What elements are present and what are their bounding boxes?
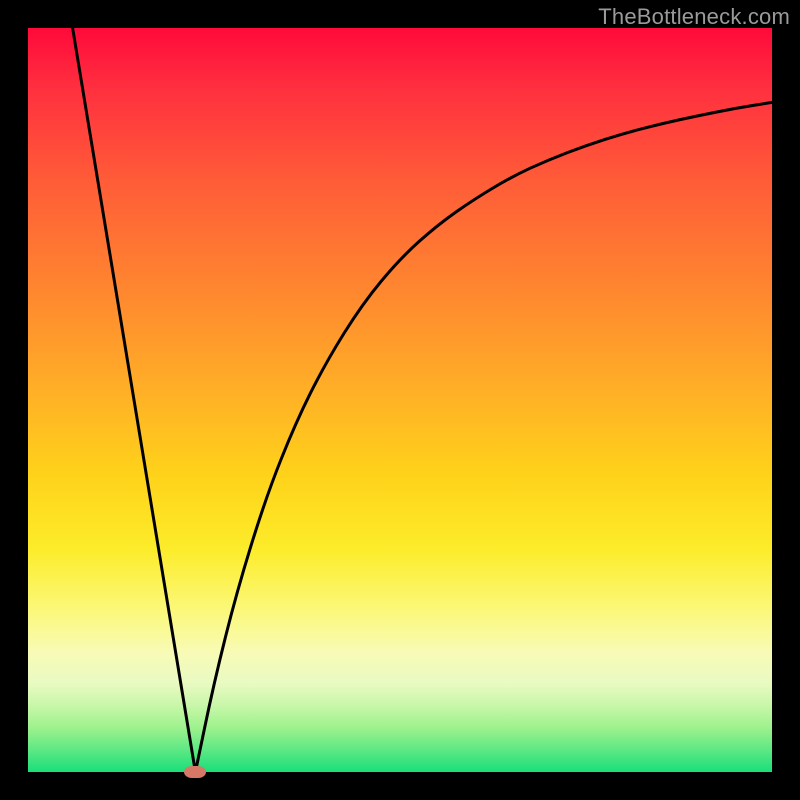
plot-area — [28, 28, 772, 772]
chart-frame: TheBottleneck.com — [0, 0, 800, 800]
bottleneck-curve — [28, 28, 772, 772]
watermark-text: TheBottleneck.com — [598, 4, 790, 30]
minimum-marker — [184, 766, 206, 778]
curve-path — [73, 28, 772, 772]
